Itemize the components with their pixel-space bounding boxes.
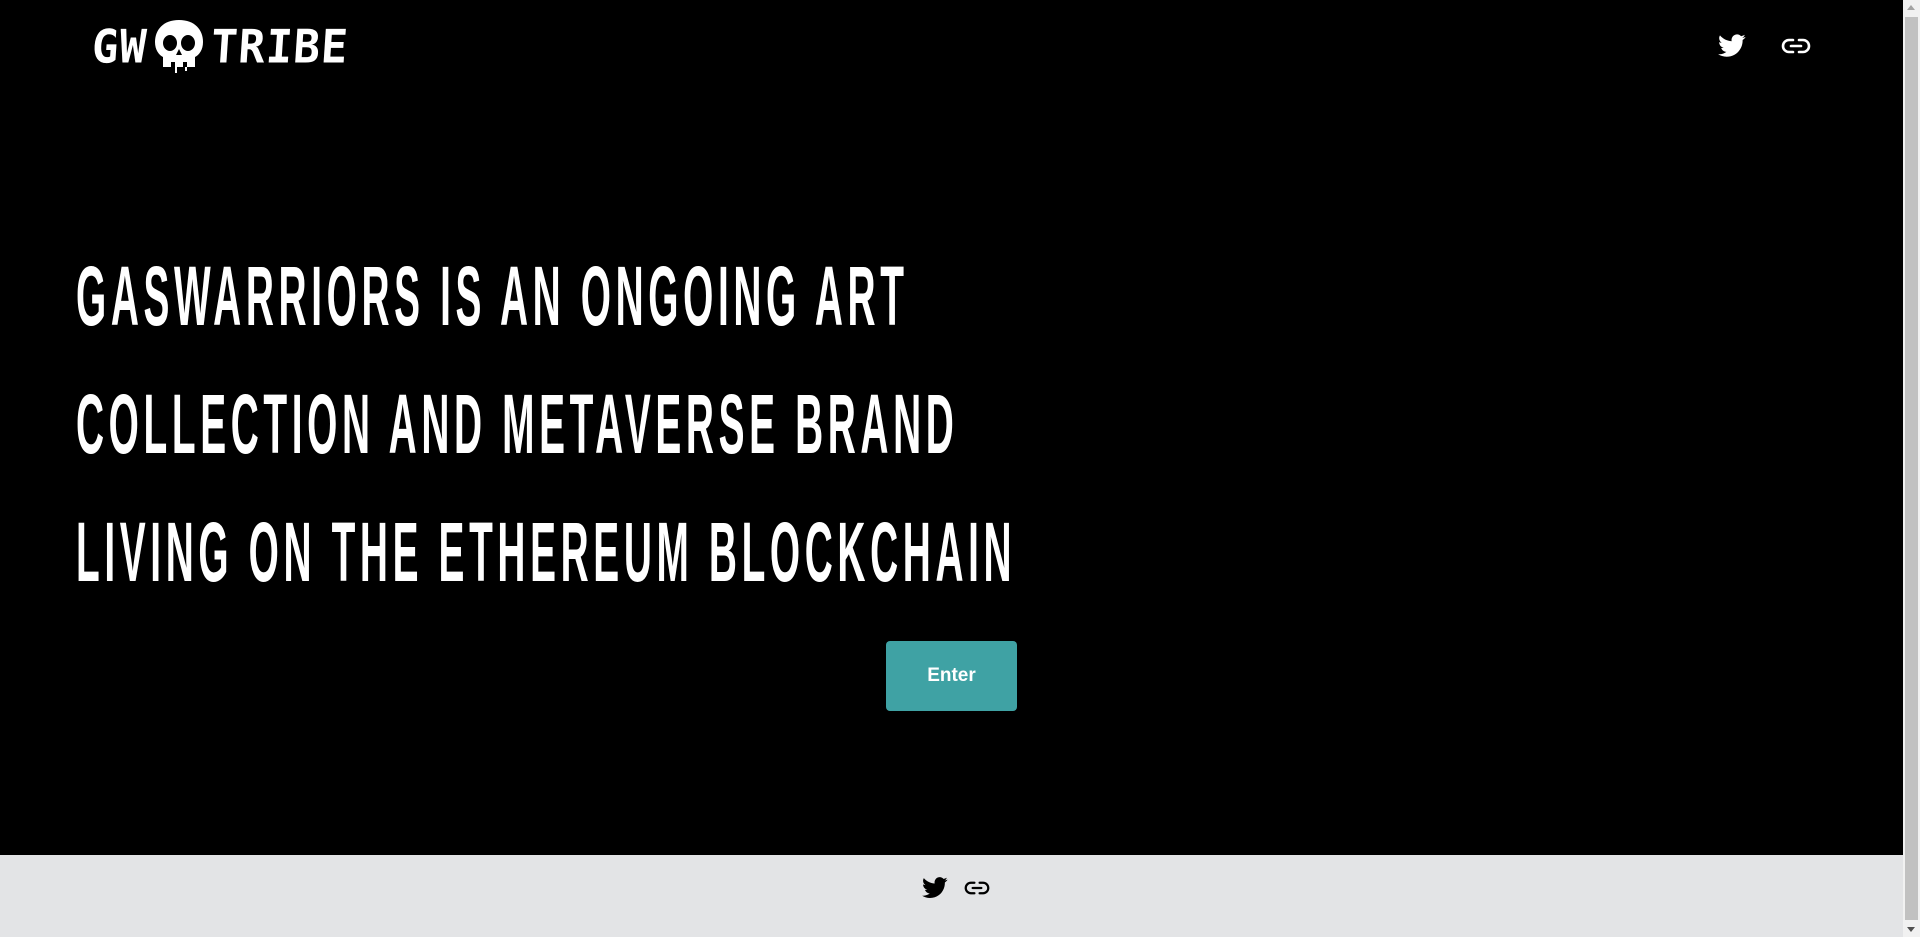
footer-website-link[interactable] xyxy=(962,875,992,905)
hero-line-2: collection and metaverse brand xyxy=(76,377,959,471)
skull-icon xyxy=(151,17,207,79)
scroll-up-icon[interactable] xyxy=(1907,5,1915,10)
page: GW TRIBE GASWARRIORS IS AN ONGOING ART C… xyxy=(0,0,1920,937)
hero-line-3: living on the ethereum blockchain xyxy=(76,505,1017,599)
hero-line-1: Gaswarriors is an ongoing art xyxy=(76,249,909,343)
twitter-icon xyxy=(1718,34,1746,62)
link-icon xyxy=(964,880,990,900)
enter-button[interactable]: Enter xyxy=(886,641,1017,711)
vertical-scrollbar[interactable] xyxy=(1903,0,1920,937)
website-link[interactable] xyxy=(1781,33,1811,63)
logo-text-right: TRIBE xyxy=(209,20,351,75)
footer-twitter-link[interactable] xyxy=(920,875,950,905)
logo-text-left: GW xyxy=(90,20,149,75)
twitter-icon xyxy=(922,877,948,903)
scroll-thumb[interactable] xyxy=(1905,17,1918,920)
header-social-links xyxy=(1717,33,1811,63)
header: GW TRIBE xyxy=(0,0,1903,100)
scroll-down-icon[interactable] xyxy=(1907,927,1915,932)
footer-social-links xyxy=(920,875,992,905)
viewport: GW TRIBE GASWARRIORS IS AN ONGOING ART C… xyxy=(0,0,1903,937)
link-icon xyxy=(1781,37,1811,59)
twitter-link[interactable] xyxy=(1717,33,1747,63)
hero-title: Gaswarriors is an ongoing art collection… xyxy=(76,232,1796,616)
logo[interactable]: GW TRIBE xyxy=(90,17,351,79)
footer xyxy=(0,855,1903,937)
